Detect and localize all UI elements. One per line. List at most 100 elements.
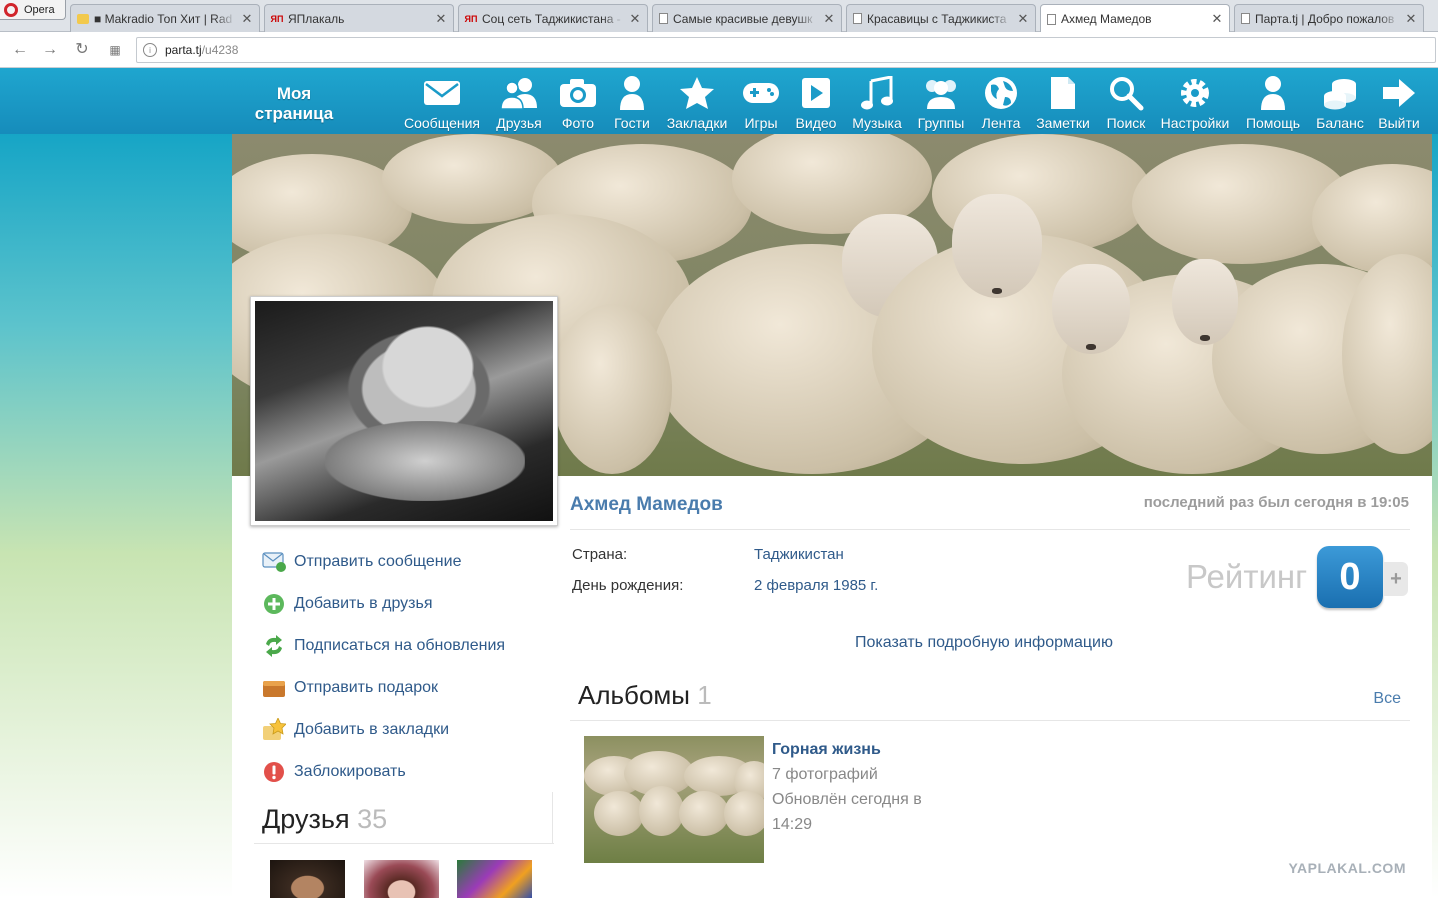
action-label: Добавить в друзья [294,595,433,612]
exit-arrow-icon [1379,74,1419,112]
browser-tab[interactable]: Красавицы с Таджикиста ✕ [846,4,1036,32]
opera-menu-button[interactable]: Opera [0,0,66,20]
divider [552,792,553,844]
avatar-photo [255,301,553,521]
sheep-shape [639,786,684,836]
browser-tab-title: Красавицы с Таджикиста [867,11,1007,26]
sheep-shape [724,791,764,836]
browser-tab[interactable]: Парта.tj | Добро пожалов ✕ [1234,4,1424,32]
browser-tab[interactable]: ЯП ЯПлакаль ✕ [264,4,454,32]
close-tab-icon[interactable]: ✕ [823,11,835,27]
site-info-icon[interactable]: i [143,43,157,57]
yaplakal-favicon-icon: ЯП [464,13,478,24]
albums-count: 1 [697,680,712,710]
albums-all-link[interactable]: Все [1373,690,1401,708]
forward-arrow-icon[interactable]: → [40,40,60,60]
sheep-head [1052,264,1130,354]
guest-icon [612,74,652,112]
action-mail[interactable]: Отправить сообщение [262,550,461,574]
browser-tab[interactable]: ЯП Соц сеть Таджикистана - ✕ [458,4,648,32]
action-label: Заблокировать [294,763,406,780]
friends-title-label: Друзья [262,804,350,834]
birthday-value[interactable]: 2 февраля 1985 г. [754,577,878,594]
action-label: Добавить в закладки [294,721,450,738]
browser-tab-title: ■ Makradio Топ Хит | Rad [94,11,233,26]
action-label: Отправить подарок [294,679,439,696]
albums-title[interactable]: Альбомы 1 [578,680,712,711]
help-icon [1253,74,1293,112]
divider [254,843,554,844]
show-details-link[interactable]: Показать подробную информацию [855,634,1113,652]
speed-dial-grid-icon[interactable]: ▦ [105,40,125,60]
browser-tab-title: ЯПлакаль [288,11,345,26]
avatar[interactable] [250,296,558,526]
browser-tab[interactable]: Самые красивые девушк ✕ [652,4,842,32]
close-tab-icon[interactable]: ✕ [1211,11,1223,27]
close-tab-icon[interactable]: ✕ [435,11,447,27]
sheep-nose [1200,334,1210,341]
friend-avatar[interactable] [270,860,345,898]
nav-label: Гости [614,115,650,131]
sheep-shape [552,304,672,474]
sheep-nose [1086,344,1096,350]
friends-title[interactable]: Друзья 35 [262,804,387,835]
divider [570,720,1410,721]
gear-icon [1175,74,1215,112]
divider [570,529,1410,530]
sheep-nose [992,287,1002,294]
browser-tab-title: Самые красивые девушк [673,11,813,26]
browser-tab-bar: Opera ■ Makradio Топ Хит | Rad ✕ ЯП ЯПлакал… [0,0,1438,33]
action-gift[interactable]: Отправить подарок [262,676,438,700]
my-page-link[interactable]: Моя страница [248,84,340,124]
sheep-shape [679,791,729,836]
url-input[interactable]: i parta.tj/u4238 [136,37,1436,63]
nav-label: Поиск [1106,115,1146,131]
close-tab-icon[interactable]: ✕ [1017,11,1029,27]
gift-icon [262,676,286,700]
site-header: Моя страница Сообщения Друзья Фото Гости Зак… [0,68,1438,134]
close-tab-icon[interactable]: ✕ [241,11,253,27]
close-tab-icon[interactable]: ✕ [1405,11,1417,27]
album-name[interactable]: Горная жизнь [772,741,881,759]
action-block[interactable]: Заблокировать [262,760,406,784]
friends-count: 35 [357,804,388,834]
album-updated-time: 14:29 [772,816,813,833]
browser-tab-title: Ахмед Мамедов [1061,12,1152,26]
birthday-label: День рождения: [572,577,684,594]
avatar-fur-collar [325,421,525,501]
envelope-icon [422,74,462,112]
address-bar-row: ← → ↻ ▦ i parta.tj/u4238 [0,32,1438,68]
folder-favicon-icon [77,13,89,24]
opera-menu-label: Opera [24,3,55,16]
profile-name: Ахмед Мамедов [570,494,723,515]
nav-label: Выйти [1378,115,1420,131]
close-tab-icon[interactable]: ✕ [629,11,641,27]
nav-label: Настройки [1160,115,1230,131]
action-bookmark-star[interactable]: Добавить в закладки [262,718,449,742]
rating-plus-button[interactable]: + [1384,562,1408,596]
browser-tab[interactable]: ■ Makradio Топ Хит | Rad ✕ [70,4,260,32]
friend-avatar[interactable] [457,860,532,898]
page-favicon-icon [1241,13,1250,24]
reload-icon[interactable]: ↻ [72,40,92,60]
page-favicon-icon [659,13,668,24]
country-value[interactable]: Таджикистан [754,546,844,563]
watermark: YAPLAKAL.COM [1288,860,1406,876]
back-arrow-icon[interactable]: ← [10,40,30,60]
album-photo-count: 7 фотографий [772,766,878,783]
add-icon [262,592,286,616]
browser-tab[interactable]: Ахмед Мамедов ✕ [1040,4,1230,33]
rating-value: 0 [1317,546,1383,608]
country-label: Страна: [572,546,628,563]
action-refresh[interactable]: Подписаться на обновления [262,634,505,658]
album-thumbnail[interactable] [584,736,764,863]
url-path: /u4238 [201,43,239,57]
friend-avatar[interactable] [364,860,439,898]
nav-exit-arrow[interactable]: Выйти [1349,74,1438,131]
sheep-head [1172,259,1238,345]
search-icon [1106,74,1146,112]
block-icon [262,760,286,784]
rating-label: Рейтинг [1186,558,1308,595]
page-favicon-icon [853,13,862,24]
action-add[interactable]: Добавить в друзья [262,592,433,616]
